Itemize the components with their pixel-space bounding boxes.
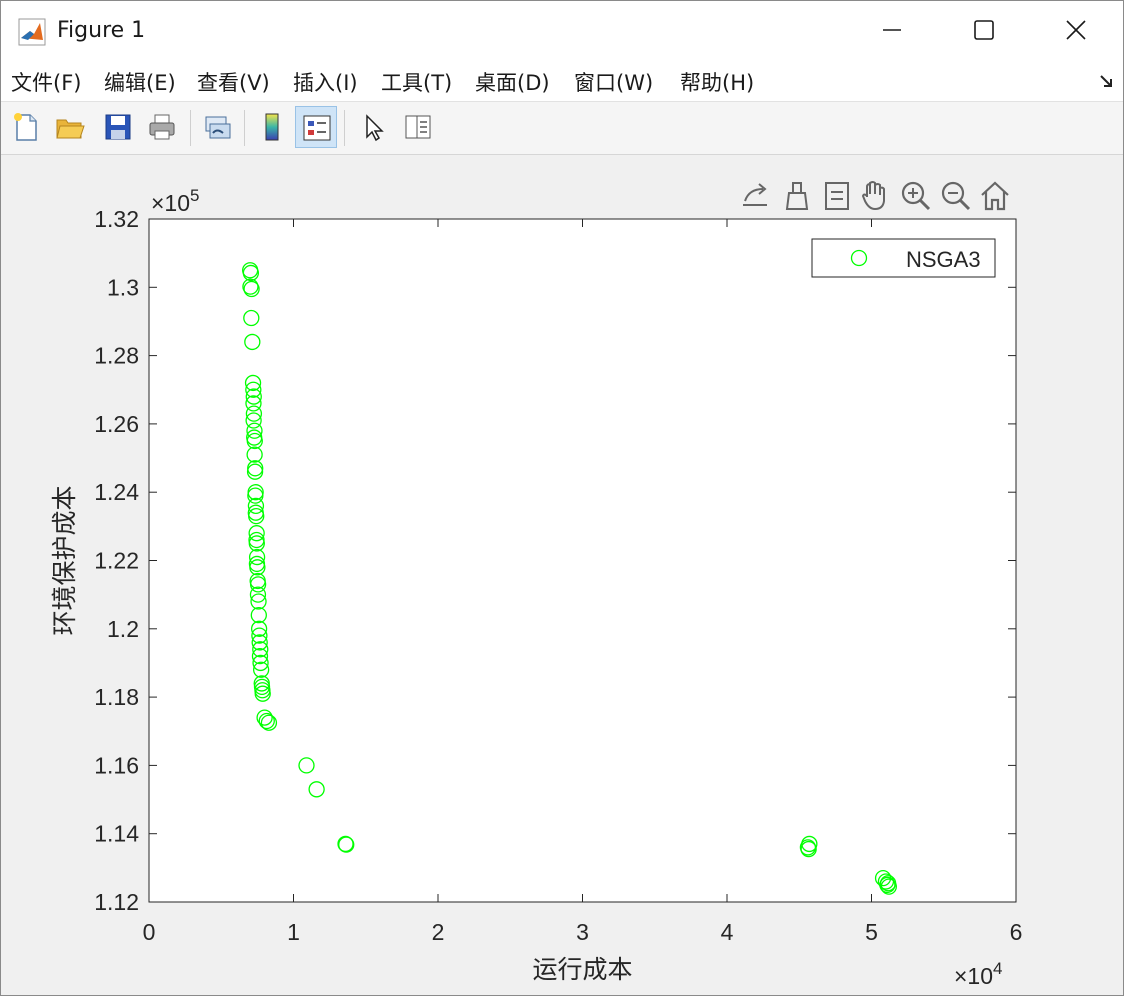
x-tick-label: 5 [865, 919, 878, 945]
y-tick-label: 1.32 [94, 206, 139, 232]
y-tick-label: 1.28 [94, 343, 139, 369]
y-tick-label: 1.26 [94, 411, 139, 437]
y-tick-label: 1.2 [107, 616, 139, 642]
y-tick-label: 1.22 [94, 548, 139, 574]
y-tick-label: 1.16 [94, 752, 139, 778]
plot-svg: 0 1 2 3 4 5 6 1.12 1.14 1.16 1.18 1.2 1.22 1.24 1.26 1.… [50, 186, 1023, 989]
x-tick-label: 4 [721, 919, 734, 945]
y-axis-label: 环境保护成本 [50, 485, 79, 635]
y-tick-label: 1.12 [94, 889, 139, 915]
y-exponent-label: ×105 [151, 186, 199, 216]
y-tick-label: 1.3 [107, 274, 139, 300]
y-tick-label: 1.24 [94, 479, 139, 505]
x-tick-label: 0 [143, 919, 156, 945]
x-tick-label: 3 [576, 919, 589, 945]
figure-window: Figure 1 文件(F) 编辑(E) 查看(V) 插入(I) 工具(T) 桌… [0, 0, 1124, 996]
x-tick-label: 1 [287, 919, 300, 945]
x-tick-label: 2 [432, 919, 445, 945]
x-tick-label: 6 [1010, 919, 1023, 945]
y-tick-label: 1.14 [94, 821, 139, 847]
y-tick-label: 1.18 [94, 684, 139, 710]
x-exponent-label: ×104 [954, 959, 1002, 989]
legend-label: NSGA3 [906, 247, 981, 272]
axes-box[interactable] [148, 218, 1017, 903]
x-axis-label: 运行成本 [532, 955, 632, 984]
